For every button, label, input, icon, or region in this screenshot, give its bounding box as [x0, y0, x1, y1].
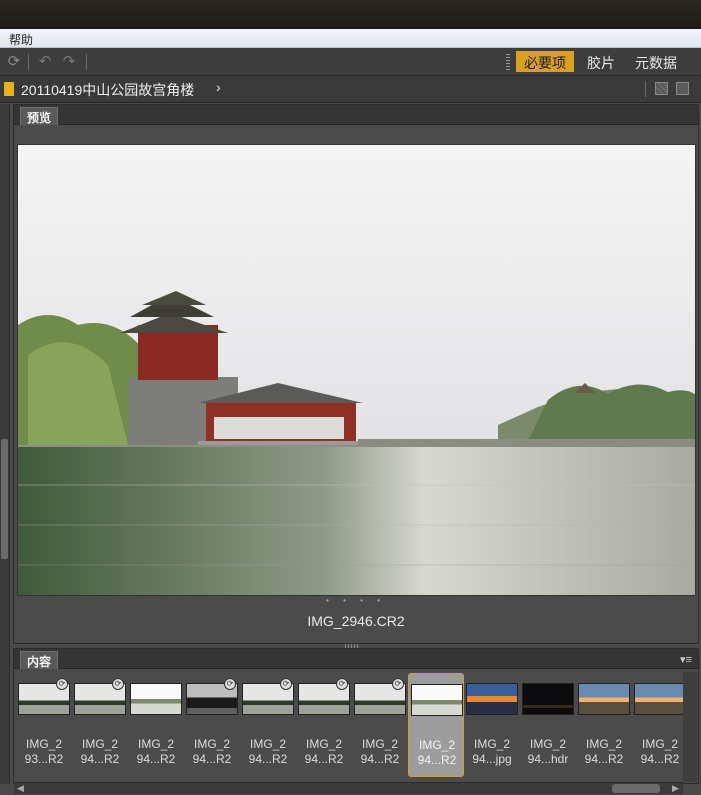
thumbnail-label-line1: IMG_2	[137, 737, 174, 751]
preview-panel-header: 预览	[14, 105, 698, 125]
stack-badge-icon[interactable]: ⟳	[280, 678, 292, 690]
thumbnail-label-line1: IMG_2	[418, 738, 455, 752]
content-panel: 内容 ▾≡ ⟳ IMG_2 93...R2 ⟳ IMG_2 94...R2 IMG_2 94.…	[13, 648, 699, 784]
toolbar-divider	[28, 54, 29, 70]
thumbnail-label-line2: 94...jpg	[472, 752, 512, 766]
preview-pager-dots[interactable]: • • • •	[14, 596, 698, 605]
thumbnail-item[interactable]: ⟳ IMG_2 94...R2	[352, 673, 408, 777]
window-title-strip	[0, 0, 701, 29]
thumbnail-label-line1: IMG_2	[81, 737, 118, 751]
panel-menu-icon[interactable]: ▾≡	[680, 653, 692, 666]
thumbnail-label-line1: IMG_2	[193, 737, 230, 751]
thumbnail-item[interactable]: ⟳ IMG_2 94...R2	[72, 673, 128, 777]
content-panel-header: 内容 ▾≡	[14, 649, 698, 669]
thumbnail-label-line2: 94...R2	[80, 752, 120, 766]
refresh-icon[interactable]: ⟳	[5, 53, 23, 71]
stack-badge-icon[interactable]: ⟳	[112, 678, 124, 690]
preview-filename: IMG_2946.CR2	[307, 613, 405, 629]
toolbar-divider	[86, 54, 87, 70]
thumbnail-item[interactable]: IMG_2 94...R2	[632, 673, 688, 777]
thumbnail-label-line1: IMG_2	[25, 737, 62, 751]
thumbnail-label-line2: 94...R2	[417, 753, 457, 767]
thumbnail-item[interactable]: IMG_2 94...R2	[128, 673, 184, 777]
thumbnail-label-line2: 94...R2	[248, 752, 288, 766]
thumbnail-label-line1: IMG_2	[473, 737, 510, 751]
thumbnail-label-line1: IMG_2	[585, 737, 622, 751]
workspace-metadata-tab[interactable]: 元数据	[627, 51, 685, 72]
thumbnail-item[interactable]: ⟳ IMG_2 94...R2	[296, 673, 352, 777]
thumbnail-item[interactable]: IMG_2 94...jpg	[464, 673, 520, 777]
rotate-right-icon[interactable]: ↷	[60, 53, 78, 71]
stack-badge-icon[interactable]: ⟳	[336, 678, 348, 690]
rotate-left-icon[interactable]: ↶	[36, 53, 54, 71]
scroll-right-arrow-icon[interactable]: ▶	[672, 783, 679, 794]
stack-badge-icon[interactable]: ⟳	[392, 678, 404, 690]
menu-bar: 帮助	[0, 29, 701, 48]
thumbnail-item[interactable]: ⟳ IMG_2 94...R2	[240, 673, 296, 777]
preview-photo	[18, 145, 695, 595]
stack-badge-icon[interactable]: ⟳	[56, 678, 68, 690]
thumbnail-label-line1: IMG_2	[529, 737, 566, 751]
preview-panel: 预览 • • • • IMG_2946.CR2	[13, 104, 699, 644]
folder-icon	[4, 82, 14, 96]
menu-help[interactable]: 帮助	[9, 31, 33, 48]
thumbnail-label-line2: 93...R2	[24, 752, 64, 766]
thumbnail-image	[411, 684, 463, 716]
stack-badge-icon[interactable]: ⟳	[224, 678, 236, 690]
left-panel-scrollbar[interactable]	[0, 104, 10, 784]
thumbnail-item[interactable]: ⟳ IMG_2 93...R2	[16, 673, 72, 777]
thumbnail-label-line2: 94...hdr	[527, 752, 569, 766]
path-folder-label[interactable]: 20110419中山公园故宫角楼	[21, 80, 194, 100]
thumbnail-image	[522, 683, 574, 715]
thumbnail-image	[634, 683, 686, 715]
chevron-right-icon[interactable]: ›	[216, 79, 221, 95]
thumbnail-label-line2: 94...R2	[304, 752, 344, 766]
tab-content[interactable]: 内容	[20, 651, 59, 669]
thumbnail-image	[466, 683, 518, 715]
thumbnail-label-line2: 94...R2	[360, 752, 400, 766]
thumbnail-image	[578, 683, 630, 715]
toolbar: ⟳ ↶ ↷ 必要项 胶片 元数据	[0, 48, 701, 76]
content-horizontal-scrollbar[interactable]: ◀ ▶	[14, 782, 683, 794]
content-vertical-scrollbar[interactable]	[683, 672, 697, 782]
thumbnail-item[interactable]: IMG_2 94...R2	[408, 673, 464, 777]
thumbnail-item[interactable]: IMG_2 94...R2	[576, 673, 632, 777]
thumbnail-image	[130, 683, 182, 715]
tab-preview[interactable]: 预览	[20, 107, 59, 125]
workspace-filmstrip-tab[interactable]: 胶片	[579, 51, 623, 72]
thumbnail-label-line2: 94...R2	[136, 752, 176, 766]
view-details-icon[interactable]	[676, 82, 689, 95]
scroll-left-arrow-icon[interactable]: ◀	[17, 783, 24, 794]
thumbnail-item[interactable]: ⟳ IMG_2 94...R2	[184, 673, 240, 777]
thumbnail-label-line1: IMG_2	[249, 737, 286, 751]
thumbnail-label-line2: 94...R2	[640, 752, 680, 766]
preview-image[interactable]	[17, 144, 696, 596]
thumbnail-label-line1: IMG_2	[361, 737, 398, 751]
thumbnail-item[interactable]: IMG_2 94...hdr	[520, 673, 576, 777]
thumbnail-label-line1: IMG_2	[305, 737, 342, 751]
view-grid-icon[interactable]	[655, 82, 668, 95]
scrollbar-thumb[interactable]	[612, 784, 660, 793]
toolbar-divider	[645, 81, 646, 97]
workspace-essentials-tab[interactable]: 必要项	[516, 51, 574, 72]
thumbnail-label-line2: 94...R2	[192, 752, 232, 766]
path-bar: 20110419中山公园故宫角楼 ›	[0, 76, 701, 103]
workspace-grip[interactable]	[506, 54, 510, 70]
thumbnail-label-line1: IMG_2	[641, 737, 678, 751]
scrollbar-thumb[interactable]	[1, 439, 8, 559]
thumbnail-label-line2: 94...R2	[584, 752, 624, 766]
